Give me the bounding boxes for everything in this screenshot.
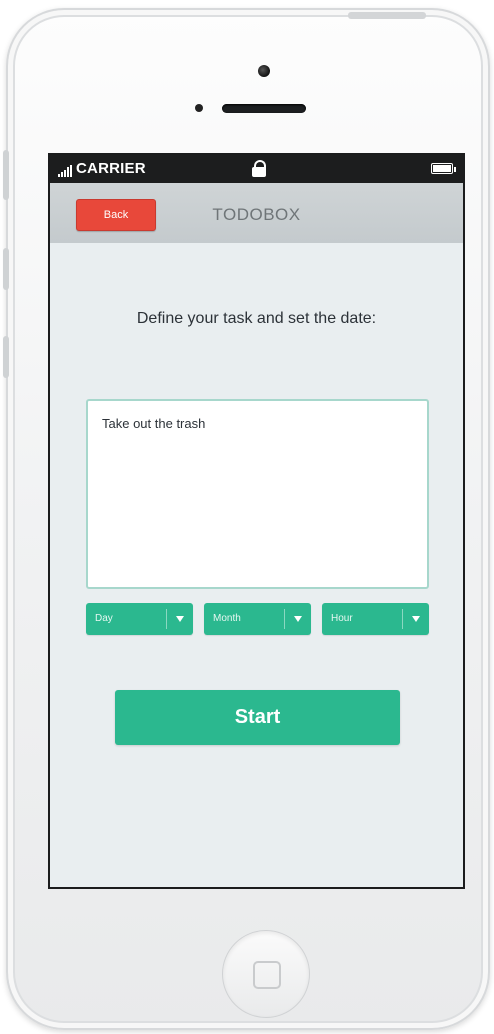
- status-bar: CARRIER: [50, 155, 463, 183]
- home-square-icon: [253, 961, 281, 989]
- chevron-down-icon: [412, 616, 420, 622]
- task-input[interactable]: Take out the trash: [86, 399, 429, 589]
- month-select-label: Month: [213, 613, 241, 624]
- mute-switch: [3, 150, 9, 200]
- chevron-down-icon: [294, 616, 302, 622]
- nav-bar: Back TODOBOX: [50, 183, 463, 243]
- front-camera: [258, 65, 270, 77]
- start-button[interactable]: Start: [115, 690, 400, 745]
- home-button[interactable]: [222, 930, 310, 1018]
- month-select[interactable]: Month: [204, 603, 311, 635]
- volume-up-button: [3, 248, 9, 290]
- lock-icon: [252, 160, 266, 177]
- volume-down-button: [3, 336, 9, 378]
- hour-select[interactable]: Hour: [322, 603, 429, 635]
- day-select[interactable]: Day: [86, 603, 193, 635]
- power-button: [348, 12, 426, 19]
- carrier-name: CARRIER: [76, 160, 146, 177]
- signal-bars-icon: [58, 165, 72, 177]
- earpiece-speaker: [222, 104, 306, 113]
- day-select-label: Day: [95, 613, 113, 624]
- battery-icon: [431, 163, 456, 174]
- carrier-indicator: CARRIER: [58, 160, 146, 177]
- app-title: TODOBOX: [212, 205, 301, 224]
- app-screen: CARRIER Back TODOBOX Define your task an…: [48, 153, 465, 889]
- task-prompt: Define your task and set the date:: [136, 310, 377, 327]
- proximity-sensor: [195, 104, 203, 112]
- date-selectors: Day Month Hour: [86, 603, 429, 635]
- chevron-down-icon: [176, 616, 184, 622]
- hour-select-label: Hour: [331, 613, 353, 624]
